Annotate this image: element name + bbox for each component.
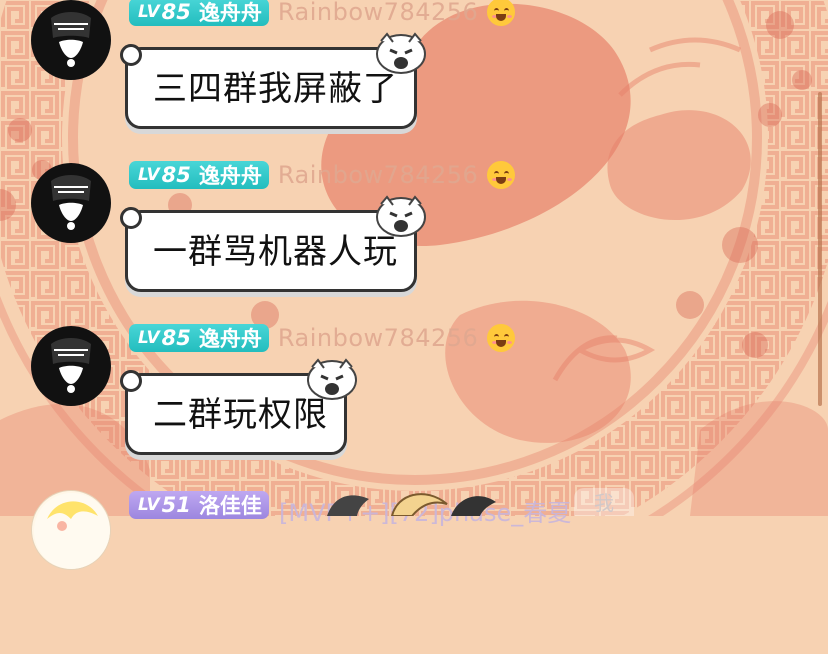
bubble-tail: [120, 370, 142, 392]
scrollbar[interactable]: [818, 92, 822, 406]
level-prefix: LV: [138, 165, 160, 185]
badge-name: 逸舟舟: [198, 327, 262, 351]
level-badge: LV 85 逸舟舟: [129, 0, 269, 26]
badge-name: 逸舟舟: [198, 1, 262, 25]
message-bubble[interactable]: 一群骂机器人玩: [120, 195, 426, 292]
badge-name: 逸舟舟: [198, 164, 262, 188]
level-number: 85: [161, 0, 191, 24]
chat-message: LV 85 逸舟舟 Rainbow784256 二群玩权限: [0, 324, 828, 490]
avatar[interactable]: [31, 163, 111, 243]
level-prefix: LV: [138, 495, 160, 515]
level-prefix: LV: [138, 2, 160, 22]
avatar[interactable]: [31, 326, 111, 406]
username[interactable]: Rainbow784256: [278, 0, 478, 26]
avatar-cartoon-icon: [34, 493, 110, 569]
level-number: 85: [161, 163, 191, 187]
decorative-character-overlay: [327, 493, 496, 516]
blushing-emoji-icon: [487, 161, 516, 189]
floating-mini-bubble: 我: [574, 488, 634, 516]
avatar[interactable]: [31, 0, 111, 80]
username[interactable]: Rainbow784256: [278, 161, 478, 189]
username[interactable]: Rainbow784256: [278, 324, 478, 352]
avatar-black-mask-icon: [51, 175, 91, 230]
avatar[interactable]: [31, 490, 111, 570]
message-bubble[interactable]: 三四群我屏蔽了: [120, 32, 426, 129]
level-badge: LV 85 逸舟舟: [129, 161, 269, 189]
chat-message: LV 85 逸舟舟 Rainbow784256 一群骂机器人玩: [0, 161, 828, 327]
level-prefix: LV: [138, 328, 160, 348]
message-text: 一群骂机器人玩: [153, 232, 398, 272]
avatar-black-mask-icon: [51, 338, 91, 393]
bubble-tail: [120, 44, 142, 66]
blushing-emoji-icon: [487, 0, 516, 26]
message-bubble[interactable]: 二群玩权限: [120, 358, 357, 455]
message-text: 三四群我屏蔽了: [153, 69, 398, 109]
avatar-black-mask-icon: [51, 12, 91, 67]
message-text: 二群玩权限: [153, 395, 328, 435]
chat-message: LV 85 逸舟舟 Rainbow784256 三四群我屏蔽了: [0, 0, 828, 164]
blushing-emoji-icon: [487, 324, 516, 352]
level-number: 85: [161, 326, 191, 350]
level-number: 51: [161, 493, 191, 517]
level-badge: LV 51 洛佳佳: [129, 491, 269, 519]
level-badge: LV 85 逸舟舟: [129, 324, 269, 352]
bubble-tail: [120, 207, 142, 229]
